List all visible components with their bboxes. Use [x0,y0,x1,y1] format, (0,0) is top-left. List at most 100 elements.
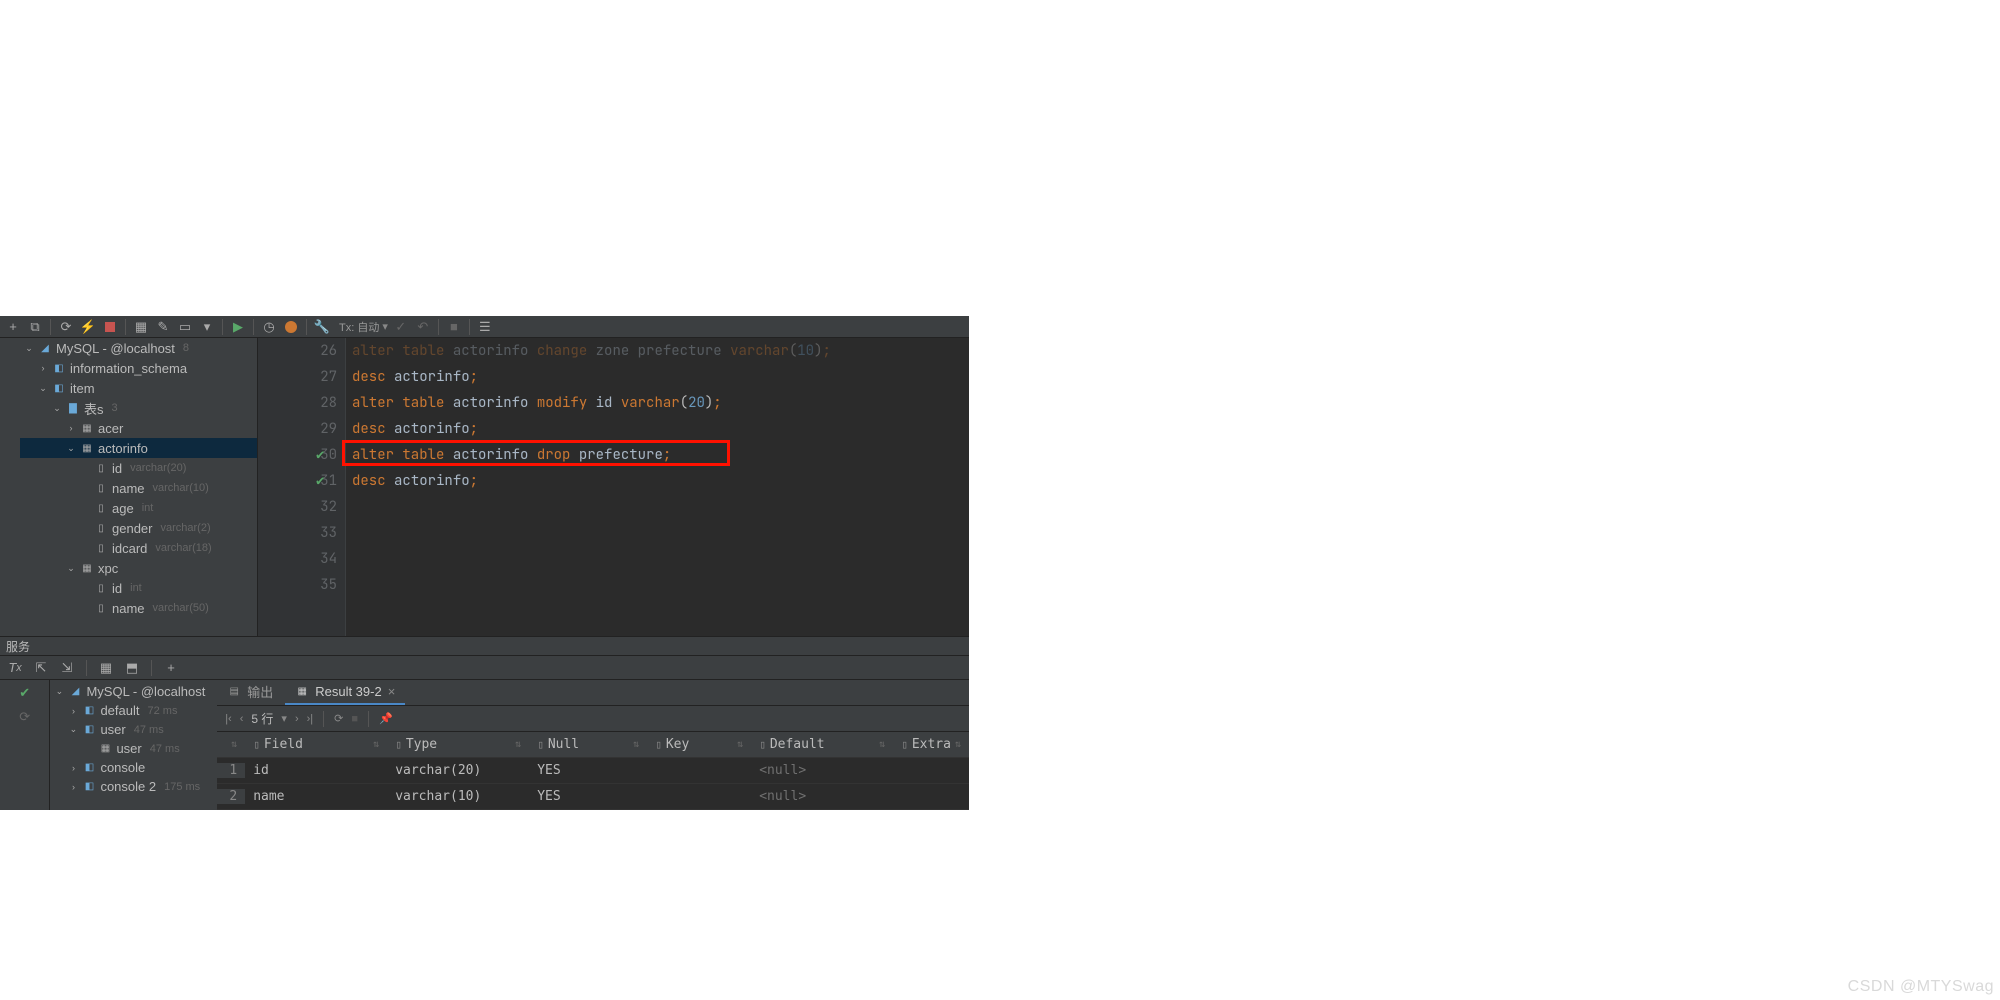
column-icon: ▯ [94,541,108,555]
thunder-icon[interactable]: ⚡ [79,318,97,336]
code-line-31[interactable]: desc actorinfo; [352,468,969,494]
code-line-26[interactable]: alter table actorinfo change zone prefec… [352,338,969,364]
schema-item[interactable]: ⌄◧ item [20,378,257,398]
editor-code[interactable]: alter table actorinfo change zone prefec… [346,338,969,636]
column-gender[interactable]: ·▯gendervarchar(2) [20,518,257,538]
close-icon[interactable]: × [388,684,396,699]
column-name[interactable]: ·▯namevarchar(10) [20,478,257,498]
svc-item-user[interactable]: ⌄◧user47 ms [50,720,217,739]
row-index: 1 [217,763,245,778]
table-actorinfo[interactable]: ⌄▦ actorinfo [20,438,257,458]
table-xpc[interactable]: ⌄▦ xpc [20,558,257,578]
sync-icon[interactable]: ⟳ [16,708,34,726]
grid-icon[interactable]: ▦ [97,659,115,677]
table-icon[interactable]: ▦ [132,318,150,336]
table-acer[interactable]: ›▦ acer [20,418,257,438]
grid-header-null[interactable]: ▯ Null [529,737,647,752]
grid-header-key[interactable]: ▯ Key [647,737,751,752]
svc-child-user[interactable]: ·▦user47 ms [50,739,217,758]
check-icon[interactable]: ✔ [16,684,34,702]
svc-item-console[interactable]: ›◧console [50,758,217,777]
grid-cell[interactable]: varchar(20) [387,763,529,778]
services-tree: ⌄◢ MySQL - @localhost ›◧default72 ms⌄◧us… [50,680,217,810]
column-name[interactable]: ·▯namevarchar(50) [20,598,257,618]
rollback-icon[interactable]: ↶ [414,318,432,336]
db-root-badge: 8 [183,342,189,354]
add-icon[interactable]: + [4,318,22,336]
column-icon: ▯ [395,738,402,751]
run-icon[interactable]: ▶ [229,318,247,336]
tab-result[interactable]: ▦ Result 39-2 × [285,681,405,705]
grid-header-default[interactable]: ▯ Default [751,737,893,752]
column-id[interactable]: ·▯idint [20,578,257,598]
dropdown-icon[interactable]: ▾ [281,712,287,725]
code-line-35[interactable] [352,572,969,598]
reload-icon[interactable]: ⟳ [334,712,343,725]
save-icon[interactable]: ⬒ [123,659,141,677]
layout-icon[interactable]: ☰ [476,318,494,336]
code-line-34[interactable] [352,546,969,572]
expand-icon[interactable]: ⇲ [58,659,76,677]
sql-editor[interactable]: 2627282930✔31✔32333435 alter table actor… [258,338,969,636]
pin-icon[interactable]: 📌 [379,712,393,725]
copy-icon[interactable]: ⧉ [26,318,44,336]
tx-icon[interactable]: Tx [6,659,24,677]
refresh-icon[interactable]: ⟳ [57,318,75,336]
grid-row[interactable]: 1idvarchar(20)YES <null> [217,758,969,784]
code-line-33[interactable] [352,520,969,546]
grid-cell[interactable]: id [245,763,387,778]
stop-icon[interactable] [101,318,119,336]
tab-output[interactable]: ▤ 输出 [217,681,283,705]
table-icon: ▦ [80,421,94,435]
first-page-icon[interactable]: |‹ [225,713,232,725]
grid-corner [217,739,245,750]
grid-cell[interactable]: name [245,789,387,804]
grid-header-type[interactable]: ▯ Type [387,737,529,752]
edit-icon[interactable]: ✎ [154,318,172,336]
code-line-28[interactable]: alter table actorinfo modify id varchar(… [352,390,969,416]
tables-folder[interactable]: ⌄▇ 表s 3 [20,398,257,418]
column-idcard[interactable]: ·▯idcardvarchar(18) [20,538,257,558]
dropdown-icon[interactable]: ▾ [198,318,216,336]
code-line-27[interactable]: desc actorinfo; [352,364,969,390]
code-line-30[interactable]: alter table actorinfo drop prefecture; [352,442,969,468]
db-root[interactable]: ⌄◢ MySQL - @localhost 8 [20,338,257,358]
result-grid[interactable]: ▯ Field▯ Type▯ Null▯ Key▯ Default▯ Extra… [217,732,969,810]
wrench-icon[interactable]: 🔧 [313,318,331,336]
services-panel-title: 服务 [0,636,969,656]
clock-icon[interactable]: ◷ [260,318,278,336]
column-id[interactable]: ·▯idvarchar(20) [20,458,257,478]
plan-icon[interactable] [282,318,300,336]
services-panel: ✔ ⟳ ⌄◢ MySQL - @localhost ›◧default72 ms… [0,680,969,810]
svc-item-default[interactable]: ›◧default72 ms [50,701,217,720]
grid-header-extra[interactable]: ▯ Extra [893,737,969,752]
column-age[interactable]: ·▯ageint [20,498,257,518]
last-page-icon[interactable]: ›| [307,713,314,725]
grid-row[interactable]: 2namevarchar(10)YES<null> [217,784,969,810]
grid-cell[interactable]: <null> [751,789,893,804]
plus-icon[interactable]: + [162,659,180,677]
code-line-29[interactable]: desc actorinfo; [352,416,969,442]
grid-cell[interactable]: YES [529,763,647,778]
collapse-icon[interactable]: ⇱ [32,659,50,677]
tx-mode-dropdown[interactable]: Tx: 自动 [339,319,388,335]
grid-cell[interactable]: YES [529,789,647,804]
svc-root[interactable]: ⌄◢ MySQL - @localhost [50,682,217,701]
column-icon: ▯ [94,521,108,535]
commit-icon[interactable]: ✓ [392,318,410,336]
grid-header-field[interactable]: ▯ Field [245,737,387,752]
schema-information-schema[interactable]: ›◧ information_schema [20,358,257,378]
grid-cell[interactable]: <null> [751,763,893,778]
next-page-icon[interactable]: › [295,713,299,725]
grid-header-row: ▯ Field▯ Type▯ Null▯ Key▯ Default▯ Extra [217,732,969,758]
svc-item-console-2[interactable]: ›◧console 2175 ms [50,777,217,796]
grid-cell[interactable]: varchar(10) [387,789,529,804]
column-icon: ▯ [901,738,908,751]
stop-icon[interactable]: ■ [351,713,358,725]
database-icon: ◢ [38,341,52,355]
prev-page-icon[interactable]: ‹ [240,713,244,725]
code-line-32[interactable] [352,494,969,520]
column-icon: ▯ [655,738,662,751]
console-icon[interactable]: ▭ [176,318,194,336]
stop-square-icon[interactable]: ■ [445,318,463,336]
